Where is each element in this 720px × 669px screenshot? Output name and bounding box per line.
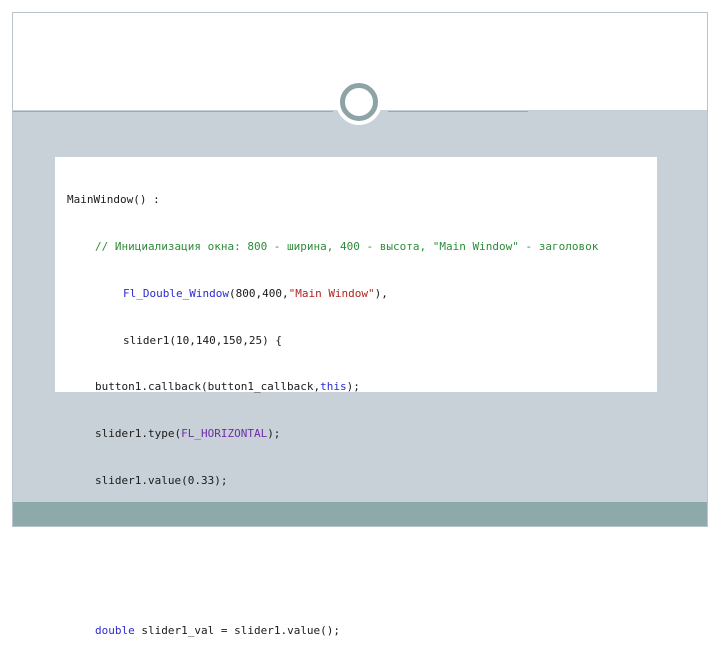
code-text: );	[346, 380, 360, 394]
code-text: ),	[374, 286, 388, 300]
footer-bar	[13, 502, 707, 526]
code-text: MainWindow() :	[67, 193, 160, 207]
code-text: (800,400,	[228, 286, 289, 300]
code-text: slider1.value(0.33);	[95, 473, 228, 487]
code-text: );	[267, 427, 281, 441]
code-constant: FL_HORIZONTAL	[181, 427, 268, 441]
title-divider-left	[13, 111, 333, 112]
title-divider-right	[388, 111, 528, 112]
code-line-5: button1.callback(button1_callback,this);	[67, 379, 598, 395]
code-text: slider1.type(	[95, 427, 182, 441]
code-screenshot: MainWindow() : // Инициализация окна: 80…	[55, 157, 657, 637]
code-line-6: slider1.type(FL_HORIZONTAL);	[67, 426, 598, 442]
code-class-name: Fl_Double_Window	[123, 286, 229, 300]
circle-ornament-icon	[340, 83, 378, 121]
code-text: slider1_val = slider1.value();	[134, 623, 341, 637]
code-line-8: double slider1_val = slider1.value();	[67, 623, 598, 639]
code-line-4: slider1(10,140,150,25) {	[67, 333, 598, 349]
code-text: slider1(10,140,150,25) {	[123, 333, 282, 347]
code-keyword: this	[320, 380, 347, 394]
code-comment: // Инициализация окна: 800 - ширина, 400…	[95, 239, 599, 253]
code-keyword: double	[95, 623, 135, 637]
code-string: "Main Window"	[288, 286, 375, 300]
code-text: button1.callback(button1_callback,	[95, 380, 321, 394]
code-line-3: Fl_Double_Window(800,400,"Main Window"),	[67, 286, 598, 302]
code-line-2: // Инициализация окна: 800 - ширина, 400…	[67, 239, 598, 255]
slide: MainWindow() : // Инициализация окна: 80…	[12, 12, 708, 637]
code-line-7: slider1.value(0.33);	[67, 473, 598, 489]
code-line-1: MainWindow() :	[67, 192, 598, 208]
code-listing: MainWindow() : // Инициализация окна: 80…	[67, 161, 598, 669]
